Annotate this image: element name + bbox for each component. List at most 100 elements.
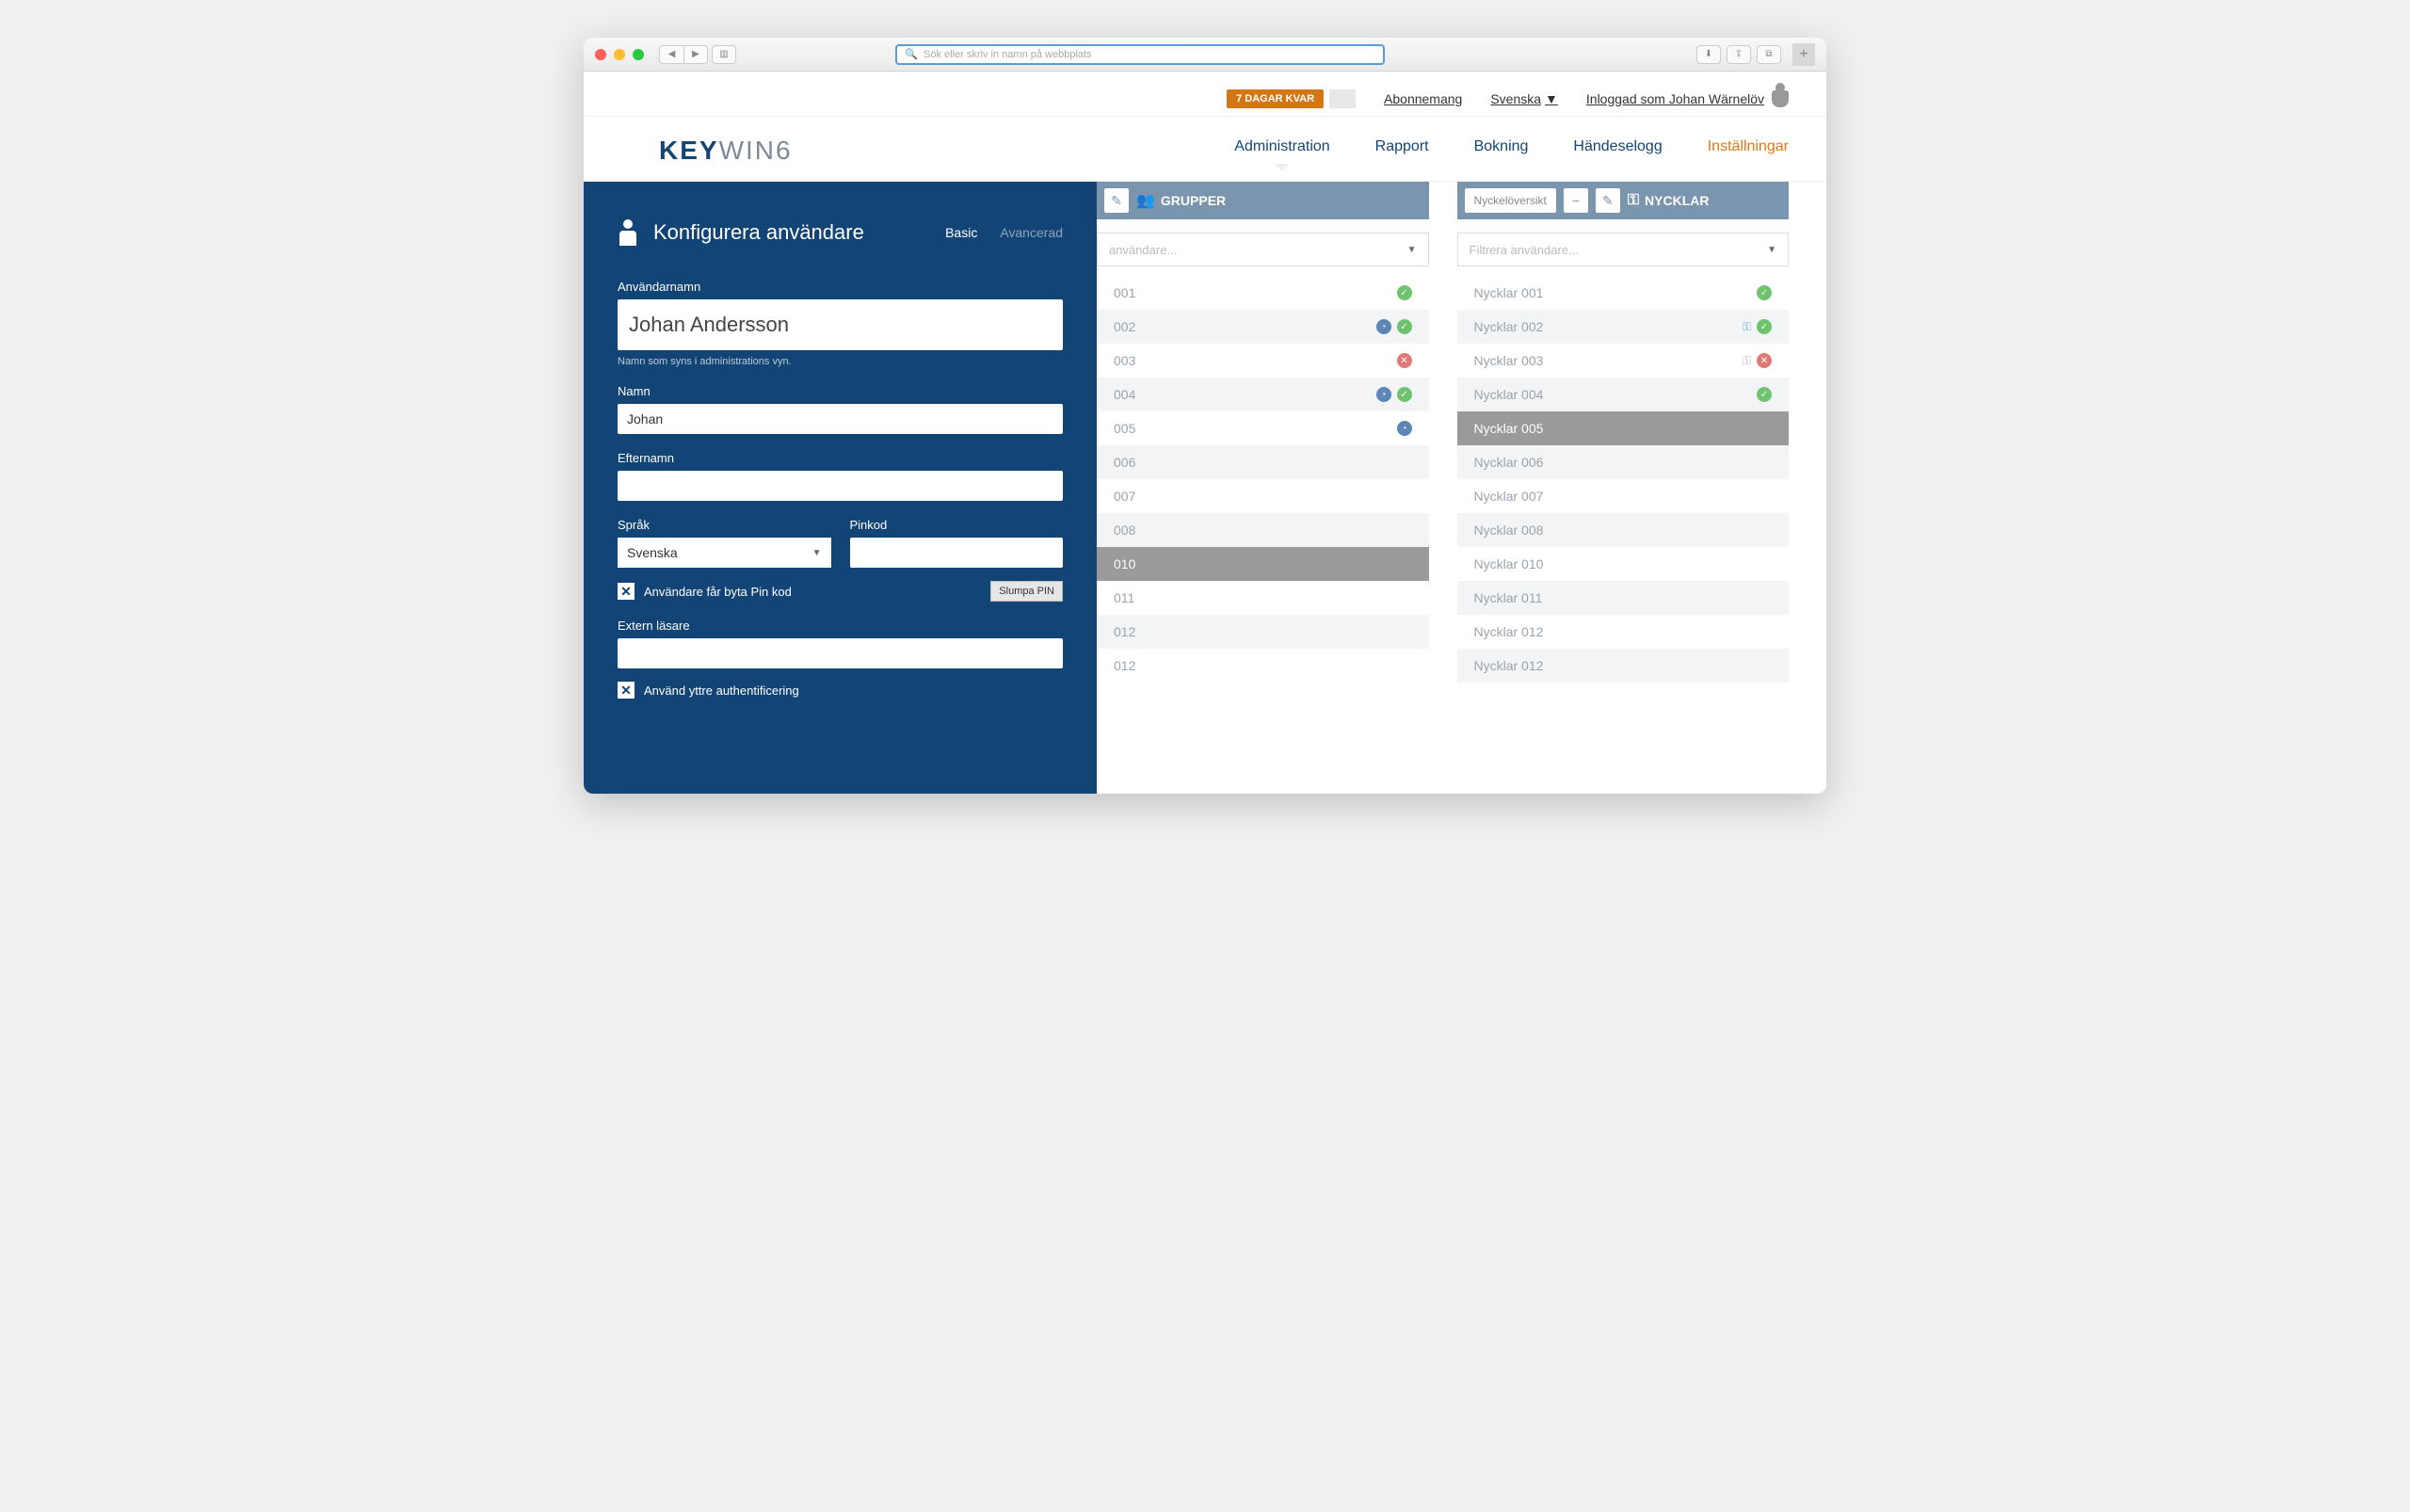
groups-header: ✎ 👥GRUPPER (1097, 182, 1429, 219)
groups-edit-button[interactable]: ✎ (1104, 188, 1129, 213)
list-item-icons: ◔✓ (1376, 387, 1412, 402)
list-item[interactable]: 006 (1097, 445, 1429, 479)
key-icon: ⚿ (1743, 320, 1751, 334)
list-item[interactable]: 007 (1097, 479, 1429, 513)
tabs-button[interactable]: ⧉ (1757, 45, 1781, 64)
list-item[interactable]: Nycklar 012 (1457, 615, 1790, 649)
list-item[interactable]: 002◔✓ (1097, 310, 1429, 344)
nav-rapport[interactable]: Rapport (1375, 138, 1429, 163)
list-item[interactable]: 012 (1097, 615, 1429, 649)
list-item[interactable]: 010 (1097, 547, 1429, 581)
list-item-label: 001 (1114, 285, 1135, 300)
list-item-label: 012 (1114, 624, 1135, 639)
loggedin-user-link[interactable]: Inloggad som Johan Wärnelöv (1586, 90, 1789, 107)
list-item-icons: ✓ (1757, 285, 1772, 300)
list-item[interactable]: Nycklar 012 (1457, 649, 1790, 683)
list-item[interactable]: Nycklar 003⚿✕ (1457, 344, 1790, 378)
list-item[interactable]: Nycklar 006 (1457, 445, 1790, 479)
app-logo: KEYWIN6 (659, 136, 793, 166)
groups-list: 001✓002◔✓003✕004◔✓005◔006007008010011012… (1097, 276, 1429, 683)
list-item[interactable]: Nycklar 010 (1457, 547, 1790, 581)
list-item-icons: ✕ (1397, 353, 1412, 368)
key-overview-button[interactable]: Nyckelöversikt (1465, 188, 1556, 213)
username-hint: Namn som syns i administrations vyn. (618, 356, 1063, 367)
new-tab-button[interactable]: + (1792, 43, 1815, 66)
language-select-field[interactable]: Svenska▼ (618, 538, 831, 568)
list-item[interactable]: Nycklar 004✓ (1457, 378, 1790, 411)
list-item[interactable]: 001 ✓ (1097, 276, 1429, 310)
label-extreader: Extern läsare (618, 619, 1063, 633)
list-item-icons: ◔✓ (1376, 319, 1412, 334)
list-item[interactable]: Nycklar 008 (1457, 513, 1790, 547)
list-item-label: 003 (1114, 353, 1135, 368)
forward-button[interactable]: ▶ (683, 45, 708, 64)
list-item-label: 011 (1114, 590, 1134, 605)
list-item[interactable]: 011 (1097, 581, 1429, 615)
share-button[interactable]: ⇪ (1727, 45, 1751, 64)
list-item-label: 012 (1114, 658, 1135, 673)
key-icon: ⚿ (1628, 192, 1639, 209)
traffic-lights (595, 49, 644, 60)
tab-basic[interactable]: Basic (945, 225, 977, 240)
keys-edit-button[interactable]: ✎ (1596, 188, 1620, 213)
list-item[interactable]: 008 (1097, 513, 1429, 547)
list-item-label: Nycklar 007 (1474, 489, 1544, 504)
list-item[interactable]: Nycklar 001 ✓ (1457, 276, 1790, 310)
user-icon (1772, 90, 1789, 107)
maximize-icon[interactable] (633, 49, 644, 60)
language-select[interactable]: Svenska▼ (1490, 91, 1558, 106)
label-pin: Pinkod (850, 518, 1064, 532)
username-input[interactable] (618, 299, 1063, 350)
randomize-pin-button[interactable]: Slumpa PIN (990, 581, 1063, 602)
list-item-label: Nycklar 003 (1474, 353, 1544, 368)
list-item-label: Nycklar 006 (1474, 455, 1544, 470)
nav-installningar[interactable]: Inställningar (1708, 138, 1789, 163)
nav-handelselogg[interactable]: Händeselogg (1573, 138, 1662, 163)
nav-administration[interactable]: Administration (1234, 138, 1329, 163)
list-item[interactable]: 012 (1097, 649, 1429, 683)
trial-progress-empty (1329, 89, 1356, 108)
list-item[interactable]: 005◔ (1097, 411, 1429, 445)
pin-input[interactable] (850, 538, 1064, 568)
keys-filter[interactable]: Filtrera användare...▼ (1457, 233, 1790, 266)
label-lastname: Efternamn (618, 451, 1063, 465)
list-item[interactable]: 004◔✓ (1097, 378, 1429, 411)
download-button[interactable]: ⬇ (1696, 45, 1721, 64)
list-item[interactable]: Nycklar 002⚿✓ (1457, 310, 1790, 344)
trial-pill: 7 DAGAR KVAR (1227, 89, 1324, 108)
checkbox-change-pin[interactable]: ✕ (618, 583, 635, 600)
check-icon: ✓ (1757, 319, 1772, 334)
list-item[interactable]: 003 ✕ (1097, 344, 1429, 378)
close-icon[interactable] (595, 49, 606, 60)
sidebar-button[interactable]: ▥ (712, 45, 736, 64)
x-icon: ✕ (1397, 353, 1412, 368)
app-topbar: 7 DAGAR KVAR Abonnemang Svenska▼ Inlogga… (584, 72, 1826, 117)
list-item-label: Nycklar 001 (1474, 285, 1544, 300)
back-button[interactable]: ◀ (659, 45, 683, 64)
list-item-label: 007 (1114, 489, 1135, 504)
clock-icon: ◔ (1376, 387, 1391, 402)
keys-header: Nyckelöversikt − ✎ ⚿NYCKLAR (1457, 182, 1790, 219)
check-icon: ✓ (1397, 319, 1412, 334)
trial-indicator: 7 DAGAR KVAR (1227, 89, 1356, 108)
keys-minus-button[interactable]: − (1564, 188, 1588, 213)
checkbox-ext-auth[interactable]: ✕ (618, 682, 635, 699)
list-item-icons: ✓ (1397, 285, 1412, 300)
minimize-icon[interactable] (614, 49, 625, 60)
list-item[interactable]: Nycklar 011 (1457, 581, 1790, 615)
list-item-label: Nycklar 012 (1474, 658, 1544, 673)
url-bar[interactable]: 🔍 Sök eller skriv in namn på webbplats (895, 44, 1385, 65)
list-item[interactable]: Nycklar 005 (1457, 411, 1790, 445)
lastname-input[interactable] (618, 471, 1063, 501)
list-item[interactable]: Nycklar 007 (1457, 479, 1790, 513)
subscription-link[interactable]: Abonnemang (1384, 91, 1462, 106)
x-icon: ✕ (1757, 353, 1772, 368)
groups-filter[interactable]: användare...▼ (1097, 233, 1429, 266)
list-item-label: Nycklar 004 (1474, 387, 1544, 402)
extreader-input[interactable] (618, 638, 1063, 668)
firstname-input[interactable] (618, 404, 1063, 434)
url-placeholder: Sök eller skriv in namn på webbplats (924, 49, 1092, 60)
main-nav: KEYWIN6 Administration Rapport Bokning H… (584, 117, 1826, 182)
tab-advanced[interactable]: Avancerad (1000, 225, 1063, 240)
nav-bokning[interactable]: Bokning (1474, 138, 1529, 163)
